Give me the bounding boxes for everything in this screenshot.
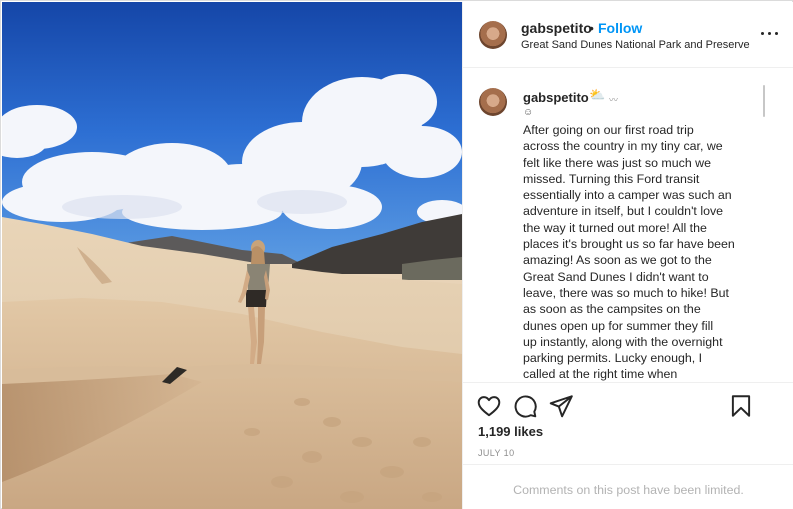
post-header: gabspetito • Follow Great Sand Dunes Nat… xyxy=(463,2,793,68)
wave-emoji-icon: 〰 xyxy=(609,95,619,105)
comments-limited-notice: Comments on this post have been limited. xyxy=(513,483,744,497)
share-icon[interactable] xyxy=(548,393,574,419)
caption-line: up instantly, along with the overnight xyxy=(523,334,723,349)
post-dialog: gabspetito • Follow Great Sand Dunes Nat… xyxy=(0,0,793,509)
bookmark-icon[interactable] xyxy=(728,393,754,419)
caption-line: Great Sand Dunes I didn't want to xyxy=(523,269,709,284)
desert-dunes-image xyxy=(2,2,462,509)
smile-emoji-icon: ☺ xyxy=(523,107,534,118)
likes-count[interactable]: 1,199 likes xyxy=(478,424,543,439)
caption-line: leave, there was so much to hike! But xyxy=(523,285,729,300)
comment-icon[interactable] xyxy=(512,393,538,419)
caption-avatar[interactable] xyxy=(479,88,507,116)
caption-text: After going on our first road trip acros… xyxy=(523,122,743,382)
more-options-icon[interactable] xyxy=(761,26,779,40)
caption-line: dunes open up for summer they fill xyxy=(523,318,714,333)
avatar[interactable] xyxy=(479,21,507,49)
caption-line: parking permits. Lucky enough, I xyxy=(523,351,703,366)
caption-line: adventure in itself, but I couldn't love xyxy=(523,204,724,219)
caption-username[interactable]: gabspetito xyxy=(523,90,589,105)
heart-icon[interactable] xyxy=(476,393,502,419)
caption-line: places it's brought us so far have been xyxy=(523,237,735,252)
follow-button[interactable]: Follow xyxy=(598,20,642,36)
location-link[interactable]: Great Sand Dunes National Park and Prese… xyxy=(521,39,750,51)
caption-scrollbar[interactable] xyxy=(763,85,765,117)
caption-line: the way it turned out more! All the xyxy=(523,220,707,235)
separator-dot: • xyxy=(589,20,594,36)
caption-line: After going on our first road trip xyxy=(523,123,694,137)
post-details-panel: gabspetito • Follow Great Sand Dunes Nat… xyxy=(462,2,793,509)
caption-line: missed. Turning this Ford transit xyxy=(523,171,700,186)
caption-line: called at the right time when xyxy=(523,367,678,382)
post-actions: 1,199 likes JULY 10 xyxy=(463,382,793,464)
header-username[interactable]: gabspetito xyxy=(521,20,592,36)
caption-area: gabspetito ⛅ 〰 ☺ After going on our firs… xyxy=(463,69,793,382)
comments-section: Comments on this post have been limited. xyxy=(463,464,793,509)
caption-line: across the country in my tiny car, we xyxy=(523,139,723,154)
caption-line: as soon as the campsites on the xyxy=(523,302,701,317)
caption-line: essentially into a camper was such an xyxy=(523,188,732,203)
sun-cloud-emoji-icon: ⛅ xyxy=(589,87,606,102)
post-photo[interactable] xyxy=(2,2,462,509)
caption-line: felt like there was just so much we xyxy=(523,155,712,170)
post-date[interactable]: JULY 10 xyxy=(478,448,515,458)
caption-line: amazing! As soon as we got to the xyxy=(523,253,712,268)
